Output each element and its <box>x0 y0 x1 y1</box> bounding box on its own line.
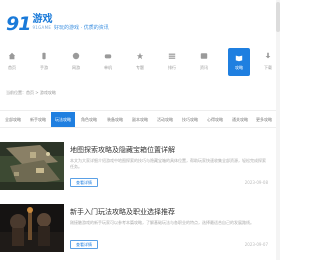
tab-5[interactable]: 副本攻略 <box>129 112 151 127</box>
article-date: 2023-09-08 <box>244 180 268 185</box>
tab-4[interactable]: 装备攻略 <box>104 112 126 127</box>
tab-1[interactable]: 新手攻略 <box>28 112 48 127</box>
nav-item-guide[interactable]: 攻略 <box>228 48 250 76</box>
gamepad-icon <box>104 54 112 59</box>
nav-label: 资讯 <box>200 65 208 70</box>
nav-label: 排行 <box>168 65 176 70</box>
tab-7[interactable]: 技巧攻略 <box>179 112 201 127</box>
nav-item-single[interactable]: 单机 <box>96 46 120 80</box>
article-snippet: 本文为大家详细介绍游戏中地图探索的技巧与隐藏宝箱的具体位置，帮助玩家快速收集全部… <box>70 158 266 169</box>
page-scrollbar[interactable] <box>276 0 280 260</box>
nav-label: 首页 <box>8 65 16 70</box>
tab-9[interactable]: 通关攻略 <box>229 112 251 127</box>
tab-6[interactable]: 活动攻略 <box>154 112 176 127</box>
site-header: 91 游戏 91GAME 好玩的游戏 · 优质的资讯 <box>0 0 280 44</box>
logo-name: 游戏 <box>32 14 53 25</box>
nav-item-topic[interactable]: 专题 <box>128 46 152 80</box>
phone-icon <box>42 52 46 60</box>
nav-label: 单机 <box>104 65 112 70</box>
view-details-button[interactable]: 查看详情 <box>70 240 98 249</box>
breadcrumb: 当前位置：首页 > 游戏攻略 <box>6 90 56 95</box>
logo-text: 游戏 91GAME <box>32 14 52 31</box>
article-item[interactable]: 新手入门玩法攻略及职业选择推荐 刚接触游戏的新手玩家可以参考本篇攻略，了解基础玩… <box>0 204 280 252</box>
article-title[interactable]: 新手入门玩法攻略及职业选择推荐 <box>70 207 175 217</box>
nav-label: 手游 <box>40 65 48 70</box>
nav-item-mobile[interactable]: 手游 <box>32 46 56 80</box>
nav-label: 网游 <box>72 65 80 70</box>
logo-subtitle: 91GAME <box>32 25 52 30</box>
nav-item-rank[interactable]: 排行 <box>160 46 184 80</box>
view-details-button[interactable]: 查看详情 <box>70 178 98 187</box>
article-thumbnail[interactable] <box>0 204 64 252</box>
article-snippet: 刚接触游戏的新手玩家可以参考本篇攻略，了解基础玩法与各职业的特点，选择最适合自己… <box>70 220 254 225</box>
nav-item-online[interactable]: 网游 <box>64 46 88 80</box>
category-tabs: 全部攻略 新手攻略 玩法攻略 角色攻略 装备攻略 副本攻略 活动攻略 技巧攻略 … <box>0 110 280 128</box>
list-icon <box>168 53 176 59</box>
site-slogan: 好玩的游戏 · 优质的资讯 <box>54 25 109 31</box>
article-date: 2023-09-07 <box>244 242 268 247</box>
site-logo[interactable]: 91 游戏 91GAME <box>6 14 52 36</box>
star-icon <box>136 52 144 60</box>
scrollbar-thumb[interactable] <box>276 2 280 32</box>
tab-2[interactable]: 玩法攻略 <box>51 112 75 127</box>
book-icon <box>235 55 243 62</box>
tab-10[interactable]: 更多攻略 <box>254 112 274 127</box>
nav-label: 专题 <box>136 65 144 70</box>
article-thumbnail[interactable] <box>0 142 64 190</box>
download-icon <box>265 52 271 59</box>
article-item[interactable]: 地图探索攻略及隐藏宝箱位置详解 本文为大家详细介绍游戏中地图探索的技巧与隐藏宝箱… <box>0 142 280 190</box>
logo-number: 91 <box>6 13 31 35</box>
nav-label: 攻略 <box>235 65 243 70</box>
nav-item-home[interactable]: 首页 <box>0 46 24 80</box>
globe-icon <box>72 52 80 60</box>
main-nav: 首页 手游 网游 单机 专题 排行 资讯 攻略 下载 <box>0 46 280 82</box>
home-icon <box>8 52 16 60</box>
article-title[interactable]: 地图探索攻略及隐藏宝箱位置详解 <box>70 145 175 155</box>
tab-0[interactable]: 全部攻略 <box>2 112 24 127</box>
news-icon <box>200 53 208 59</box>
nav-item-news[interactable]: 资讯 <box>192 46 216 80</box>
tab-3[interactable]: 角色攻略 <box>78 112 100 127</box>
tab-8[interactable]: 心得攻略 <box>204 112 226 127</box>
